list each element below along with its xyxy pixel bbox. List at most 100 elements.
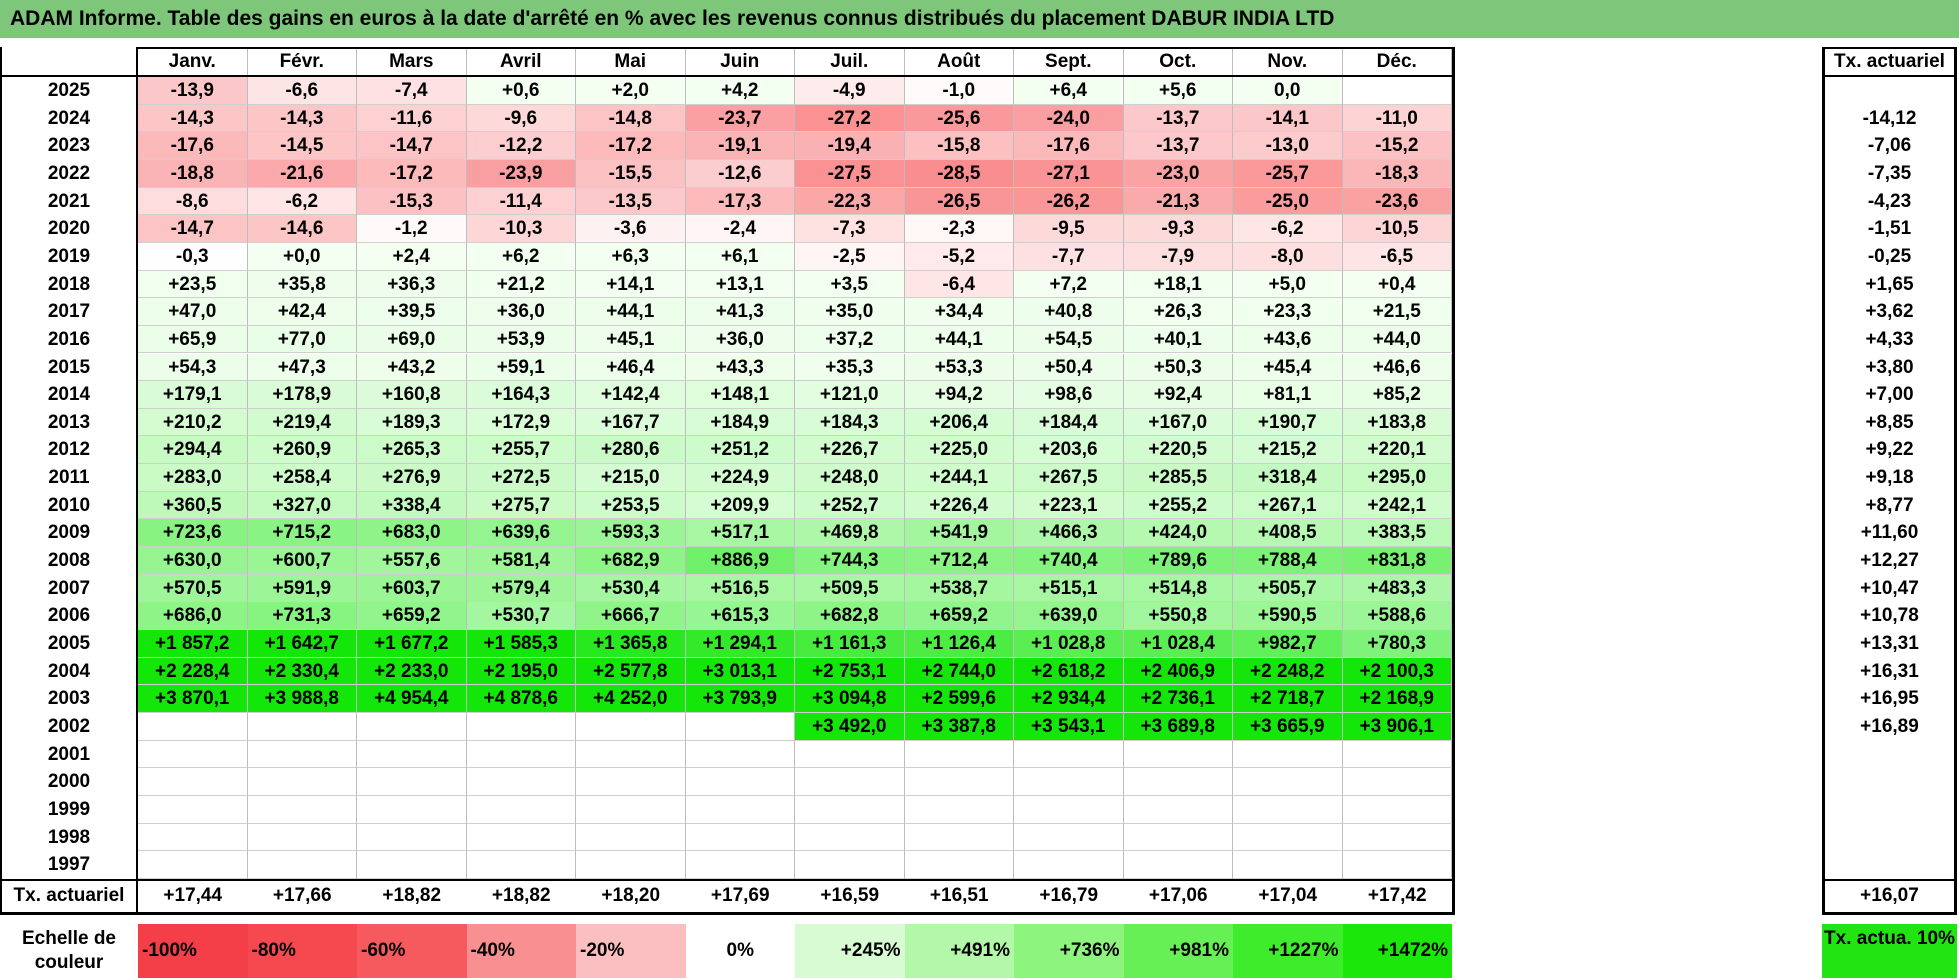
table-cell bbox=[685, 712, 795, 741]
table-cell bbox=[1014, 768, 1124, 796]
table-cell: +3 492,0 bbox=[795, 712, 905, 741]
table-border bbox=[138, 47, 1452, 49]
table-cell: +94,2 bbox=[904, 381, 1014, 409]
table-cell: -26,5 bbox=[904, 187, 1014, 216]
footer-value: +18,20 bbox=[601, 884, 661, 906]
table-cell: +3 387,8 bbox=[904, 712, 1014, 741]
table-cell: +179,1 bbox=[138, 381, 248, 409]
table-cell: -15,8 bbox=[904, 132, 1014, 160]
table-cell: +35,0 bbox=[795, 298, 905, 326]
scale-swatch: +491% bbox=[904, 924, 1014, 978]
tx-actuariel-value: +16,89 bbox=[1860, 715, 1919, 737]
table-cell: +4 252,0 bbox=[576, 685, 686, 713]
table-cell: +81,1 bbox=[1233, 381, 1343, 409]
footer-value: +17,06 bbox=[1148, 884, 1208, 906]
table-cell: +1 857,2 bbox=[138, 630, 248, 658]
table-cell bbox=[904, 823, 1014, 852]
table-cell: -21,3 bbox=[1123, 187, 1233, 216]
table-cell: +275,7 bbox=[466, 491, 576, 520]
table-cell bbox=[1342, 795, 1452, 824]
table-cell: +226,4 bbox=[904, 491, 1014, 520]
table-cell: +6,1 bbox=[685, 242, 795, 271]
table-cell: +591,9 bbox=[247, 574, 357, 603]
table-cell: +1 126,4 bbox=[904, 630, 1014, 658]
tx-actuariel-value bbox=[1822, 851, 1957, 879]
table-cell: +2 330,4 bbox=[247, 657, 357, 686]
year-label: 1997 bbox=[47, 854, 91, 876]
table-cell: +2 406,9 bbox=[1123, 657, 1233, 686]
table-cell: +530,4 bbox=[576, 574, 686, 603]
table-cell bbox=[138, 740, 248, 769]
tx-actuariel-value bbox=[1822, 768, 1957, 796]
table-cell: +780,3 bbox=[1342, 630, 1452, 658]
table-cell bbox=[1123, 740, 1233, 769]
table-cell bbox=[685, 823, 795, 852]
table-cell: +272,5 bbox=[466, 464, 576, 492]
table-cell: +682,8 bbox=[795, 602, 905, 630]
table-cell bbox=[576, 851, 686, 879]
year-label: 2001 bbox=[47, 743, 91, 765]
tx-actuariel-value: +13,31 bbox=[1860, 633, 1919, 654]
table-cell: +1 365,8 bbox=[576, 630, 686, 658]
table-cell: -25,6 bbox=[904, 104, 1014, 133]
table-cell: +285,5 bbox=[1123, 464, 1233, 492]
table-cell: +41,3 bbox=[685, 298, 795, 326]
table-cell: -15,3 bbox=[357, 187, 467, 216]
table-cell: +189,3 bbox=[357, 408, 467, 437]
table-cell: +190,7 bbox=[1233, 408, 1343, 437]
table-cell: +715,2 bbox=[247, 519, 357, 548]
year-label: 2012 bbox=[47, 439, 91, 461]
table-cell: +666,7 bbox=[576, 602, 686, 630]
table-cell: -18,3 bbox=[1342, 159, 1452, 188]
table-cell: +45,1 bbox=[576, 325, 686, 354]
table-cell: +160,8 bbox=[357, 381, 467, 409]
table-cell: +516,5 bbox=[685, 574, 795, 603]
table-cell: +327,0 bbox=[247, 491, 357, 520]
tx-actuariel-value bbox=[1822, 796, 1957, 824]
table-cell: +1 585,3 bbox=[466, 630, 576, 658]
table-border bbox=[1822, 911, 1957, 915]
table-cell: +46,6 bbox=[1342, 353, 1452, 382]
table-cell: +3 665,9 bbox=[1233, 712, 1343, 741]
tx-actuariel-value bbox=[1822, 741, 1957, 769]
table-cell: +183,8 bbox=[1342, 408, 1452, 437]
table-border bbox=[1954, 47, 1957, 915]
table-cell bbox=[576, 768, 686, 796]
table-cell bbox=[1123, 851, 1233, 879]
table-cell: -1,2 bbox=[357, 215, 467, 243]
table-cell: +360,5 bbox=[138, 491, 248, 520]
table-cell: +318,4 bbox=[1233, 464, 1343, 492]
table-cell: -7,9 bbox=[1123, 242, 1233, 271]
year-label: 2023 bbox=[47, 135, 91, 157]
table-cell: -23,9 bbox=[466, 159, 576, 188]
month-header: Févr. bbox=[248, 47, 357, 77]
table-cell: +630,0 bbox=[138, 547, 248, 575]
tx-actuariel-value: -7,06 bbox=[1867, 135, 1912, 157]
table-cell: 0,0 bbox=[1233, 77, 1343, 105]
footer-value: +17,42 bbox=[1367, 884, 1427, 906]
table-cell: +3 689,8 bbox=[1123, 712, 1233, 741]
table-cell: +1 161,3 bbox=[795, 630, 905, 658]
table-cell: +639,6 bbox=[466, 519, 576, 548]
month-header: Oct. bbox=[1124, 47, 1233, 77]
table-cell: +184,3 bbox=[795, 408, 905, 437]
tx-actuariel-value: +8,77 bbox=[1865, 494, 1914, 516]
table-cell: +209,9 bbox=[685, 491, 795, 520]
table-cell: +44,1 bbox=[576, 298, 686, 326]
table-cell: +0,6 bbox=[466, 77, 576, 105]
year-label: 1998 bbox=[47, 826, 91, 848]
table-cell: -6,2 bbox=[247, 187, 357, 216]
year-label: 2017 bbox=[47, 301, 91, 323]
table-cell: +85,2 bbox=[1342, 381, 1452, 409]
tx-actuariel-value: -1,51 bbox=[1867, 218, 1912, 240]
table-cell: +178,9 bbox=[247, 381, 357, 409]
table-cell bbox=[1123, 795, 1233, 824]
year-label: 2006 bbox=[47, 605, 91, 627]
table-cell: +338,4 bbox=[357, 491, 467, 520]
table-cell: +242,1 bbox=[1342, 491, 1452, 520]
table-cell: +2 753,1 bbox=[795, 657, 905, 686]
table-cell: +6,4 bbox=[1014, 77, 1124, 105]
table-cell: +686,0 bbox=[138, 602, 248, 630]
tx-actuariel-value: +16,31 bbox=[1860, 660, 1919, 682]
table-cell: -4,9 bbox=[795, 77, 905, 105]
